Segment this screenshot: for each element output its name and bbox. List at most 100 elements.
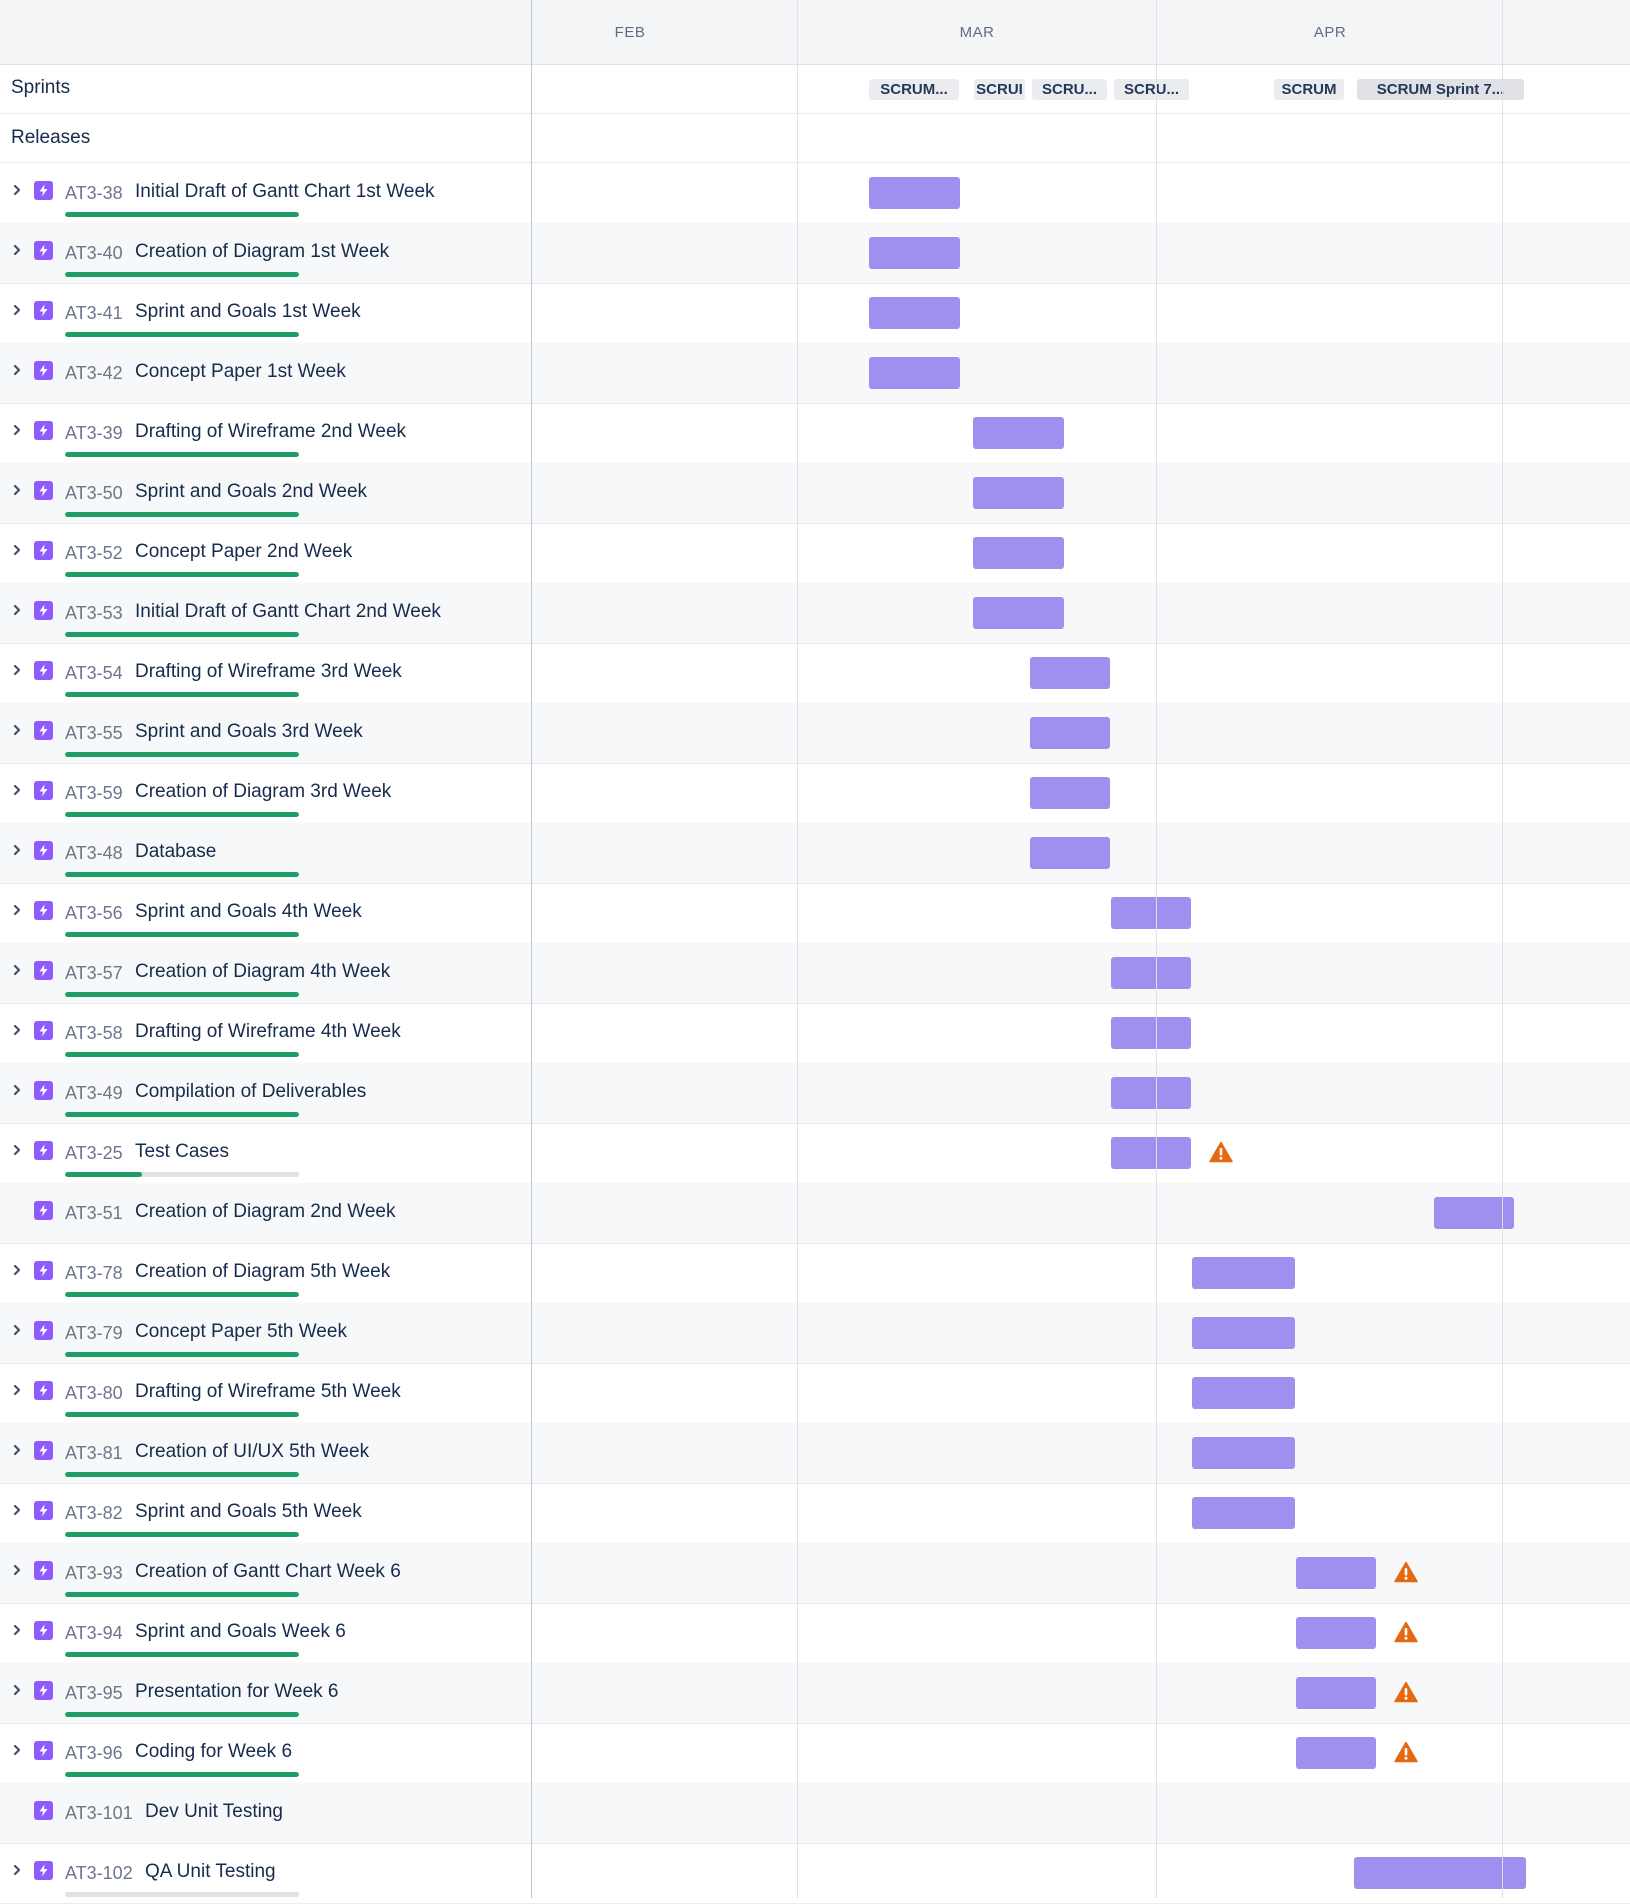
timeline-bar[interactable] (869, 357, 960, 389)
issue-key[interactable]: AT3-101 (65, 1803, 133, 1824)
timeline-bar[interactable] (1111, 897, 1191, 929)
issue-key[interactable]: AT3-38 (65, 183, 123, 204)
timeline-bar[interactable] (1111, 957, 1191, 989)
timeline-bar[interactable] (1192, 1377, 1295, 1409)
issue-key[interactable]: AT3-50 (65, 483, 123, 504)
warning-icon[interactable] (1209, 1141, 1233, 1163)
timeline-bar[interactable] (1296, 1617, 1376, 1649)
issue-summary[interactable]: Creation of UI/UX 5th Week (135, 1441, 369, 1463)
issue-summary[interactable]: Concept Paper 5th Week (135, 1321, 347, 1343)
issue-summary[interactable]: Sprint and Goals 2nd Week (135, 481, 367, 503)
issue-row[interactable]: AT3-82 Sprint and Goals 5th Week (0, 1483, 1630, 1544)
issue-row[interactable]: AT3-55 Sprint and Goals 3rd Week (0, 703, 1630, 764)
issue-row[interactable]: AT3-42 Concept Paper 1st Week (0, 343, 1630, 404)
issue-key[interactable]: AT3-95 (65, 1683, 123, 1704)
chevron-right-icon[interactable] (10, 1263, 24, 1277)
timeline-bar[interactable] (1296, 1677, 1376, 1709)
chevron-right-icon[interactable] (10, 1683, 24, 1697)
issue-key[interactable]: AT3-57 (65, 963, 123, 984)
chevron-right-icon[interactable] (10, 183, 24, 197)
issue-summary[interactable]: Creation of Diagram 1st Week (135, 241, 389, 263)
chevron-right-icon[interactable] (10, 423, 24, 437)
issue-key[interactable]: AT3-79 (65, 1323, 123, 1344)
issue-summary[interactable]: Concept Paper 2nd Week (135, 541, 352, 563)
issue-summary[interactable]: Test Cases (135, 1141, 229, 1163)
issue-key[interactable]: AT3-55 (65, 723, 123, 744)
issue-row[interactable]: AT3-102 QA Unit Testing (0, 1843, 1630, 1904)
issue-key[interactable]: AT3-93 (65, 1563, 123, 1584)
issue-row[interactable]: AT3-58 Drafting of Wireframe 4th Week (0, 1003, 1630, 1064)
timeline-bar[interactable] (1030, 837, 1110, 869)
chevron-right-icon[interactable] (10, 723, 24, 737)
sprint-chip[interactable]: SCRUM... (869, 79, 959, 100)
issue-summary[interactable]: Drafting of Wireframe 3rd Week (135, 661, 402, 683)
timeline-bar[interactable] (1030, 657, 1110, 689)
issue-key[interactable]: AT3-53 (65, 603, 123, 624)
issue-summary[interactable]: Creation of Diagram 4th Week (135, 961, 390, 983)
issue-key[interactable]: AT3-54 (65, 663, 123, 684)
issue-key[interactable]: AT3-59 (65, 783, 123, 804)
issue-row[interactable]: AT3-38 Initial Draft of Gantt Chart 1st W… (0, 163, 1630, 224)
timeline-bar[interactable] (1296, 1557, 1376, 1589)
issue-row[interactable]: AT3-51 Creation of Diagram 2nd Week (0, 1183, 1630, 1244)
issue-key[interactable]: AT3-58 (65, 1023, 123, 1044)
issue-summary[interactable]: Drafting of Wireframe 4th Week (135, 1021, 401, 1043)
chevron-right-icon[interactable] (10, 1323, 24, 1337)
issue-summary[interactable]: Sprint and Goals 1st Week (135, 301, 361, 323)
timeline-bar[interactable] (1354, 1857, 1526, 1889)
issue-row[interactable]: AT3-80 Drafting of Wireframe 5th Week (0, 1363, 1630, 1424)
issue-summary[interactable]: Drafting of Wireframe 2nd Week (135, 421, 406, 443)
issue-summary[interactable]: Sprint and Goals 5th Week (135, 1501, 362, 1523)
issue-summary[interactable]: Drafting of Wireframe 5th Week (135, 1381, 401, 1403)
issue-key[interactable]: AT3-96 (65, 1743, 123, 1764)
chevron-right-icon[interactable] (10, 1023, 24, 1037)
timeline-bar[interactable] (973, 537, 1064, 569)
issue-summary[interactable]: Sprint and Goals 4th Week (135, 901, 362, 923)
issue-row[interactable]: AT3-25 Test Cases (0, 1123, 1630, 1184)
issue-summary[interactable]: Creation of Diagram 5th Week (135, 1261, 390, 1283)
issue-key[interactable]: AT3-80 (65, 1383, 123, 1404)
issue-summary[interactable]: QA Unit Testing (145, 1861, 276, 1883)
issue-summary[interactable]: Creation of Diagram 2nd Week (135, 1201, 396, 1223)
timeline-bar[interactable] (869, 177, 960, 209)
chevron-right-icon[interactable] (10, 303, 24, 317)
issue-summary[interactable]: Sprint and Goals Week 6 (135, 1621, 346, 1643)
timeline-bar[interactable] (973, 417, 1064, 449)
issue-summary[interactable]: Sprint and Goals 3rd Week (135, 721, 363, 743)
chevron-right-icon[interactable] (10, 363, 24, 377)
timeline-bar[interactable] (869, 297, 960, 329)
timeline-bar[interactable] (1111, 1137, 1191, 1169)
issue-row[interactable]: AT3-79 Concept Paper 5th Week (0, 1303, 1630, 1364)
timeline-bar[interactable] (973, 597, 1064, 629)
chevron-right-icon[interactable] (10, 543, 24, 557)
chevron-right-icon[interactable] (10, 1443, 24, 1457)
issue-key[interactable]: AT3-49 (65, 1083, 123, 1104)
issue-summary[interactable]: Database (135, 841, 216, 863)
sprint-chip[interactable]: SCRUI (974, 79, 1025, 100)
chevron-right-icon[interactable] (10, 1623, 24, 1637)
chevron-right-icon[interactable] (10, 1563, 24, 1577)
chevron-right-icon[interactable] (10, 603, 24, 617)
timeline-bar[interactable] (1192, 1257, 1295, 1289)
issue-row[interactable]: AT3-49 Compilation of Deliverables (0, 1063, 1630, 1124)
warning-icon[interactable] (1394, 1741, 1418, 1763)
chevron-right-icon[interactable] (10, 843, 24, 857)
issue-summary[interactable]: Creation of Gantt Chart Week 6 (135, 1561, 401, 1583)
issue-key[interactable]: AT3-25 (65, 1143, 123, 1164)
chevron-right-icon[interactable] (10, 963, 24, 977)
warning-icon[interactable] (1394, 1621, 1418, 1643)
issue-row[interactable]: AT3-81 Creation of UI/UX 5th Week (0, 1423, 1630, 1484)
issue-key[interactable]: AT3-41 (65, 303, 123, 324)
issue-key[interactable]: AT3-81 (65, 1443, 123, 1464)
issue-summary[interactable]: Dev Unit Testing (145, 1801, 283, 1823)
issue-key[interactable]: AT3-82 (65, 1503, 123, 1524)
issue-row[interactable]: AT3-59 Creation of Diagram 3rd Week (0, 763, 1630, 824)
sprint-chip[interactable]: SCRU... (1114, 79, 1189, 100)
issue-row[interactable]: AT3-52 Concept Paper 2nd Week (0, 523, 1630, 584)
timeline-bar[interactable] (1111, 1017, 1191, 1049)
issue-row[interactable]: AT3-40 Creation of Diagram 1st Week (0, 223, 1630, 284)
panel-divider[interactable] (531, 0, 532, 1898)
issue-row[interactable]: AT3-96 Coding for Week 6 (0, 1723, 1630, 1784)
issue-key[interactable]: AT3-39 (65, 423, 123, 444)
sprint-chip[interactable]: SCRU... (1032, 79, 1107, 100)
